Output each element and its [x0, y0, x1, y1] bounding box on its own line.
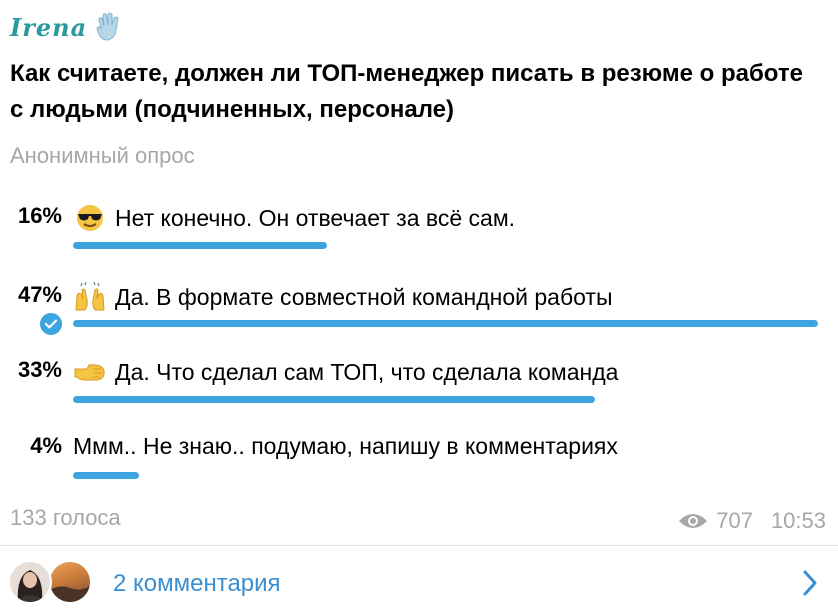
option-4-result-bar — [73, 472, 139, 479]
comments-label[interactable]: 2 комментария — [113, 570, 281, 598]
author-header[interactable]: Irena — [10, 10, 123, 44]
message-meta: 707 10:53 — [678, 508, 826, 534]
option-2-result-bar — [73, 320, 818, 327]
option-percent: 4% — [30, 433, 62, 458]
smiling-face-sunglasses-icon — [77, 205, 103, 231]
landscape-image-icon — [50, 586, 90, 602]
option-content: Да. Что сделал сам ТОП, что сделала кома… — [73, 357, 618, 387]
option-percent: 33% — [17, 357, 62, 382]
message-time: 10:53 — [770, 508, 826, 533]
option-text: Ммм.. Не знаю.. подумаю, напишу в коммен… — [73, 433, 618, 459]
option-content: Да. В формате совместной командной работ… — [73, 282, 613, 312]
option-content: Нет конечно. Он отвечает за всё сам. — [73, 203, 515, 233]
option-percent: 16% — [17, 203, 62, 228]
option-text: Нет конечно. Он отвечает за всё сам. — [115, 204, 516, 231]
view-count: 707 — [716, 508, 753, 533]
chevron-right-icon[interactable] — [800, 568, 820, 598]
eye-icon — [679, 514, 708, 528]
poll-type-label: Анонимный опрос — [10, 143, 195, 168]
waving-hand-icon — [96, 12, 119, 41]
selected-check-icon — [38, 311, 64, 337]
author-name[interactable]: Irena — [10, 13, 87, 42]
option-content: Ммм.. Не знаю.. подумаю, напишу в коммен… — [73, 433, 618, 460]
right-facing-fist-icon — [74, 364, 105, 381]
avatar — [48, 560, 92, 604]
vote-count: 133 голоса — [10, 505, 121, 530]
poll-question: Как считаете, должен ли ТОП-менеджер пис… — [10, 60, 803, 123]
option-text: Да. В формате совместной командной работ… — [115, 283, 613, 310]
option-1-result-bar — [73, 242, 327, 249]
raising-hands-icon — [75, 282, 105, 311]
option-percent: 47% — [17, 282, 62, 307]
option-text: Да. Что сделал сам ТОП, что сделала кома… — [115, 358, 619, 385]
avatar — [8, 560, 52, 604]
option-3-result-bar — [73, 396, 595, 403]
person-avatar-icon — [16, 570, 44, 602]
